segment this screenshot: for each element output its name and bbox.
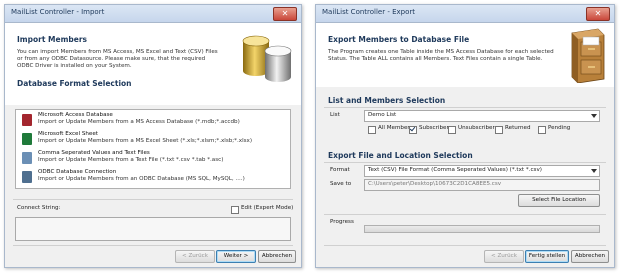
export-header: Export Members to Database File The Prog… [316, 23, 614, 87]
list-section-title: List and Members Selection [328, 96, 446, 105]
save-to-label: Save to [330, 181, 352, 187]
divider [324, 214, 606, 215]
odbc-icon [22, 171, 32, 183]
checkbox-box[interactable] [448, 126, 456, 134]
cancel-button[interactable]: Abbrechen [571, 250, 609, 263]
option-title: ODBC Database Connection [38, 169, 117, 175]
progress-label: Progress [330, 219, 354, 225]
connect-string-label: Connect String: [17, 205, 61, 211]
progress-bar [364, 225, 600, 233]
checkbox-box[interactable] [538, 126, 546, 134]
close-icon[interactable]: ✕ [273, 7, 297, 21]
export-window-title: MailList Controller - Export [322, 8, 416, 16]
save-to-value: C:\Users\peter\Desktop\10673C2D1CA8EE5.c… [368, 181, 502, 187]
select-file-location-button[interactable]: Select File Location [518, 194, 600, 207]
import-window-title: MailList Controller - Import [11, 8, 105, 16]
format-select-value: Text (CSV) File Format (Comma Seperated … [368, 167, 542, 173]
database-format-list: Microsoft Access Database Import or Upda… [15, 109, 291, 189]
export-titlebar: MailList Controller - Export ✕ [316, 5, 614, 23]
divider [324, 107, 606, 108]
import-description-line: or from any ODBC Datasource. Please make… [17, 56, 206, 62]
back-button[interactable]: < Zurück [484, 250, 524, 263]
import-titlebar: MailList Controller - Import ✕ [5, 5, 301, 23]
chevron-down-icon[interactable] [591, 114, 597, 118]
file-cabinet-icon [571, 28, 605, 83]
checkbox-label: Returned [505, 125, 531, 131]
checkbox-label: Unsubscriber [458, 125, 495, 131]
option-description: Import or Update Members from a MS Excel… [38, 138, 253, 144]
checkbox-box[interactable] [409, 126, 417, 134]
divider [13, 199, 293, 200]
import-heading: Import Members [17, 35, 88, 44]
divider [13, 245, 293, 246]
export-description: The Program creates one Table inside the… [328, 49, 556, 63]
export-description-line: The Program creates one Table inside the… [328, 49, 554, 55]
option-excel-sheet[interactable]: Microsoft Excel Sheet Import or Update M… [22, 131, 262, 149]
export-description-line: Status. The Table ALL contains all Membe… [328, 56, 543, 62]
import-description-line: ODBC Driver is installed on your System. [17, 63, 132, 69]
checkbox-label: Subscriber [419, 125, 449, 131]
checkbox-label: Edit (Expert Mode) [241, 205, 294, 211]
chevron-down-icon[interactable] [591, 169, 597, 173]
list-label: List [330, 112, 340, 118]
option-description: Import or Update Members from a Text Fil… [38, 157, 224, 163]
import-window: MailList Controller - Import ✕ Import Me… [4, 4, 302, 268]
checkbox-box[interactable] [231, 206, 239, 214]
excel-icon [22, 133, 32, 145]
checkbox-box[interactable] [495, 126, 503, 134]
checkbox-box[interactable] [368, 126, 376, 134]
import-description-line: You can import Members from MS Access, M… [17, 49, 218, 55]
option-description: Import or Update Members from an ODBC Da… [38, 176, 245, 182]
save-to-field[interactable]: C:\Users\peter\Desktop\10673C2D1CA8EE5.c… [364, 179, 600, 191]
next-button[interactable]: Weiter > [216, 250, 256, 263]
option-title: Comma Seperated Values and Text Files [38, 150, 150, 156]
option-title: Microsoft Excel Sheet [38, 131, 99, 137]
option-description: Import or Update Members from a MS Acces… [38, 119, 240, 125]
list-select-value: Demo List [368, 112, 397, 118]
finish-button[interactable]: Fertig stellen [525, 250, 569, 263]
divider [324, 162, 606, 163]
checkbox-label: Pending [548, 125, 571, 131]
checkbox-label: All Members [378, 125, 413, 131]
option-text-files[interactable]: Comma Seperated Values and Text Files Im… [22, 150, 262, 168]
export-window: MailList Controller - Export ✕ Export Me… [315, 4, 615, 268]
connect-string-field[interactable] [15, 217, 291, 241]
format-select[interactable]: Text (CSV) File Format (Comma Seperated … [364, 165, 600, 177]
export-heading: Export Members to Database File [328, 35, 470, 44]
import-header: Import Members You can import Members fr… [5, 23, 301, 105]
text-file-icon [22, 152, 32, 164]
database-icon [242, 35, 292, 82]
import-section-title: Database Format Selection [17, 79, 132, 88]
format-label: Format [330, 167, 350, 173]
option-odbc-connection[interactable]: ODBC Database Connection Import or Updat… [22, 169, 262, 187]
list-select[interactable]: Demo List [364, 110, 600, 122]
access-icon [22, 114, 32, 126]
divider [324, 245, 606, 246]
cancel-button[interactable]: Abbrechen [258, 250, 296, 263]
import-description: You can import Members from MS Access, M… [17, 49, 227, 70]
option-title: Microsoft Access Database [38, 112, 113, 118]
back-button[interactable]: < Zurück [175, 250, 215, 263]
close-icon[interactable]: ✕ [586, 7, 610, 21]
option-access-database[interactable]: Microsoft Access Database Import or Upda… [22, 112, 262, 130]
file-section-title: Export File and Location Selection [328, 151, 473, 160]
